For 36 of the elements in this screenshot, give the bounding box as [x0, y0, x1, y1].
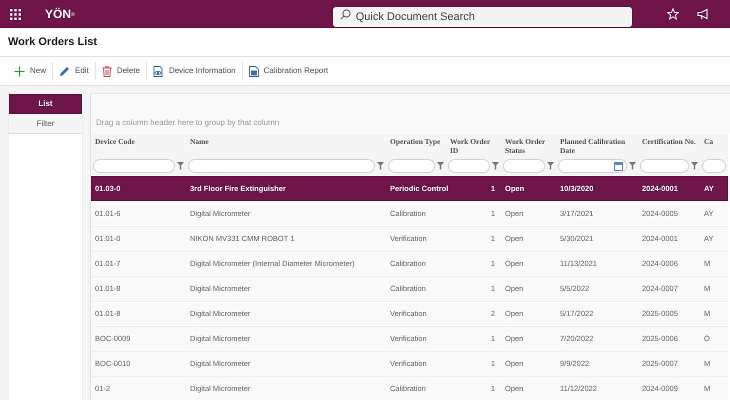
toolbar-button[interactable]: Device Information	[146, 60, 242, 82]
apps-grid-icon[interactable]	[10, 8, 21, 20]
search-field[interactable]: Quick Document Search	[332, 7, 632, 27]
filter-field[interactable]	[640, 159, 689, 173]
side-tab[interactable]: Filter	[9, 114, 82, 134]
filter-icon[interactable]	[492, 162, 499, 170]
logo: YÖN$^{®}$	[45, 6, 75, 23]
pencil-icon	[59, 66, 70, 76]
plus-icon	[14, 66, 25, 76]
star-icon[interactable]	[666, 8, 679, 20]
toolbar-button[interactable]: Calibration Report	[242, 60, 334, 82]
trash-icon	[102, 66, 112, 76]
filter-field[interactable]	[188, 159, 375, 173]
filter-icon[interactable]	[691, 162, 698, 170]
search-icon	[340, 9, 351, 20]
filter-icon[interactable]	[177, 162, 184, 170]
toolbar-button[interactable]: Edit	[53, 60, 95, 82]
filter-icon[interactable]	[377, 162, 384, 170]
megaphone-icon[interactable]	[696, 8, 710, 20]
filter-field[interactable]	[93, 159, 175, 173]
group-hint: Drag a column header here to group by that column	[96, 117, 280, 129]
filter-icon[interactable]	[547, 162, 554, 170]
calendar-icon[interactable]	[614, 162, 623, 170]
page-title: Work Orders List	[8, 34, 98, 50]
document-icon	[248, 66, 259, 76]
filter-field[interactable]	[448, 159, 490, 173]
toolbar-button[interactable]: New	[8, 60, 52, 82]
filter-icon[interactable]	[629, 162, 636, 170]
filter-field[interactable]	[388, 159, 435, 173]
document-eye-icon	[152, 66, 164, 76]
filter-field[interactable]	[503, 159, 545, 173]
side-tab[interactable]: List	[9, 94, 82, 114]
filter-icon[interactable]	[437, 162, 444, 170]
filter-field[interactable]	[558, 159, 627, 173]
toolbar-button[interactable]: Delete	[96, 60, 146, 82]
filter-field[interactable]	[702, 159, 726, 173]
